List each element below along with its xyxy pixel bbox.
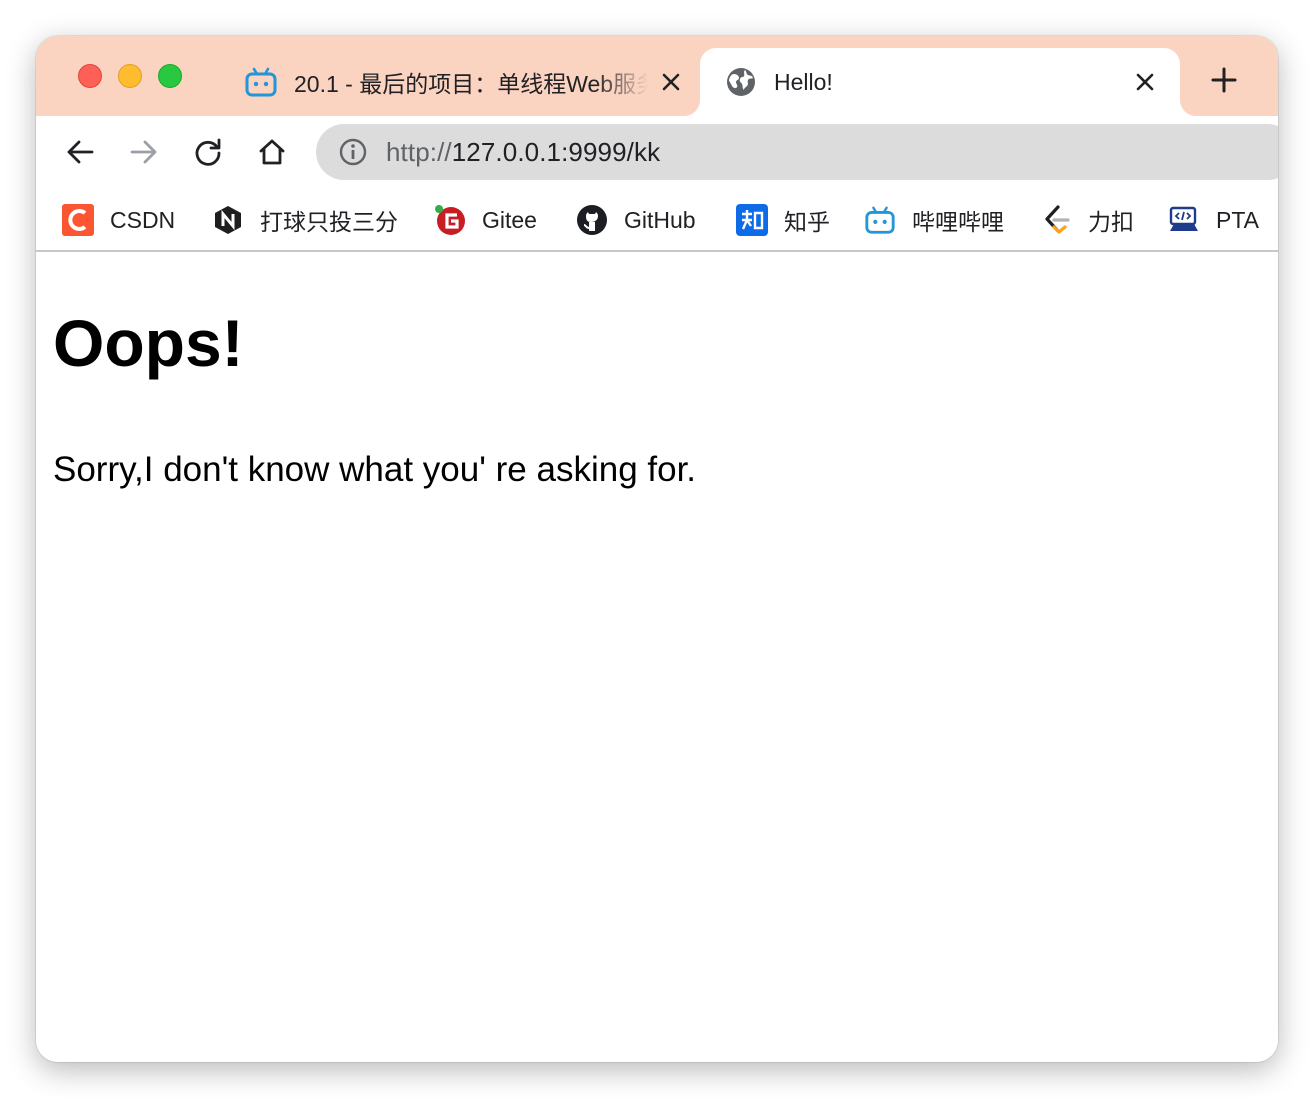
bookmark-label: 打球只投三分 [260,209,398,235]
bookmark-label: Gitee [482,206,537,233]
bilibili-icon [864,204,896,236]
bookmark-pta[interactable]: PTA [1168,200,1259,240]
tab-hello[interactable]: Hello! [700,48,1180,116]
url-text[interactable]: http://127.0.0.1:9999/kk [386,137,660,168]
bookmark-leetcode[interactable]: 力扣 [1040,200,1134,240]
bookmark-nginx[interactable]: 打球只投三分 [212,200,398,240]
url-host-path: 127.0.0.1:9999/kk [451,136,661,167]
csdn-icon [62,204,94,236]
browser-window: 20.1 - 最后的项目：单线程Web服务器 Hello! http://127… [36,36,1278,1062]
bookmark-github[interactable]: GitHub [576,200,696,240]
bookmarks-bar: CSDN 打球只投三分 Gitee GitHub 知乎 哔哩哔哩 力扣 PTA [36,190,1278,252]
toolbar: http://127.0.0.1:9999/kk [36,116,1278,190]
bookmark-label: 哔哩哔哩 [912,209,1004,235]
new-tab-button[interactable] [1204,62,1244,102]
zoom-window-button[interactable] [158,64,182,88]
page-content: Oops! Sorry,I don't know what you' re as… [36,254,1278,1062]
bookmark-label: 知乎 [784,209,830,235]
address-bar[interactable]: http://127.0.0.1:9999/kk [316,124,1278,180]
zhihu-icon [736,204,768,236]
close-window-button[interactable] [78,64,102,88]
url-scheme: http:// [386,136,452,167]
gitee-icon [434,204,466,236]
bookmark-zhihu[interactable]: 知乎 [736,200,830,240]
arrow-right-icon [129,137,159,172]
reload-button[interactable] [186,132,230,176]
globe-icon [724,65,758,99]
plus-icon [1210,66,1238,99]
bookmark-label: CSDN [110,206,176,233]
reload-icon [193,137,223,172]
bookmark-gitee[interactable]: Gitee [434,200,537,240]
close-tab-icon[interactable] [656,67,686,97]
bookmark-bilibili[interactable]: 哔哩哔哩 [864,200,1004,240]
tab-bilibili[interactable]: 20.1 - 最后的项目：单线程Web服务器 [242,48,686,116]
pta-icon [1168,204,1200,236]
tab-title: 20.1 - 最后的项目：单线程Web服务器 [294,71,648,97]
leetcode-icon [1040,204,1072,236]
minimize-window-button[interactable] [118,64,142,88]
info-icon[interactable] [338,137,368,167]
page-message: Sorry,I don't know what you' re asking f… [53,450,697,489]
tab-strip: 20.1 - 最后的项目：单线程Web服务器 Hello! [36,36,1278,116]
bilibili-icon [244,65,278,99]
arrow-left-icon [65,137,95,172]
bookmark-label: GitHub [624,206,696,233]
github-icon [576,204,608,236]
bookmark-label: 力扣 [1088,209,1134,235]
back-button[interactable] [58,132,102,176]
bookmark-csdn[interactable]: CSDN [62,200,175,240]
page-heading: Oops! [53,306,244,380]
tab-title: Hello! [774,68,833,95]
home-icon [257,137,287,172]
bookmark-label: PTA [1216,206,1260,233]
home-button[interactable] [250,132,294,176]
close-tab-icon[interactable] [1130,67,1160,97]
forward-button[interactable] [122,132,166,176]
nginx-icon [212,204,244,236]
